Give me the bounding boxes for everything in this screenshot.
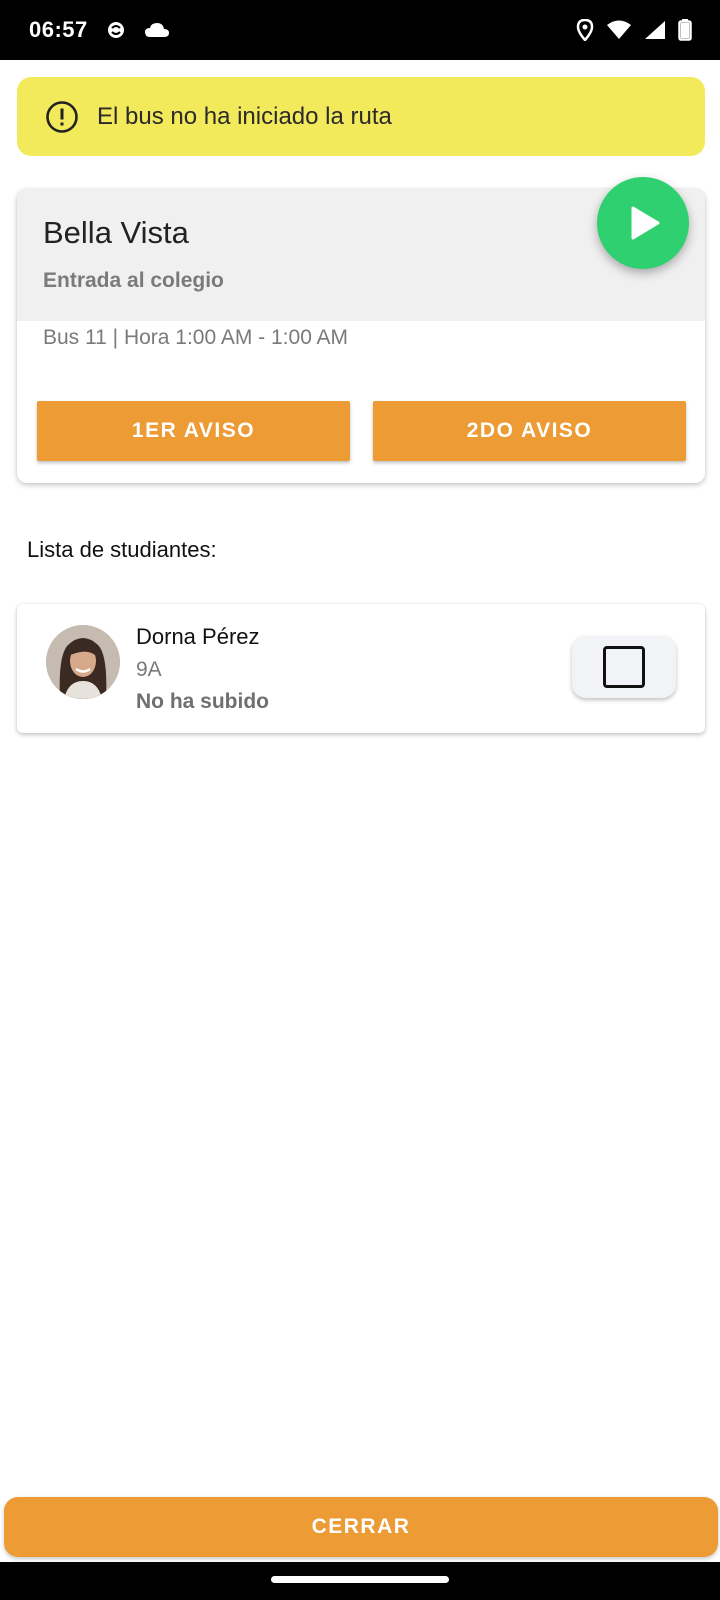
sync-icon [106, 20, 126, 40]
student-name: Dorna Pérez [136, 624, 260, 649]
location-icon [576, 19, 594, 41]
students-heading: Lista de studiantes: [27, 537, 217, 562]
student-card[interactable]: Dorna Pérez 9A No ha subido [17, 604, 705, 733]
status-time: 06:57 [29, 17, 88, 42]
screen: 06:57 El bus no ha iniciado la ruta Bell… [0, 0, 720, 1600]
second-notice-button[interactable]: 2DO AVISO [373, 401, 686, 461]
status-bar: 06:57 [0, 0, 720, 60]
route-title: Bella Vista [43, 215, 189, 250]
status-bar-left: 06:57 [29, 17, 170, 43]
student-boarding-status: No ha subido [136, 690, 269, 713]
alert-circle-icon [45, 100, 79, 134]
signal-icon [644, 20, 666, 40]
student-grade: 9A [136, 658, 162, 681]
route-card: Bella Vista Entrada al colegio Bus 11 | … [17, 177, 705, 483]
wifi-icon [606, 20, 632, 40]
close-button[interactable]: CERRAR [4, 1497, 718, 1557]
avatar [46, 625, 120, 699]
first-notice-button[interactable]: 1ER AVISO [37, 401, 350, 461]
home-indicator[interactable] [271, 1576, 449, 1583]
navigation-bar [0, 1562, 720, 1600]
route-details: Bus 11 | Hora 1:00 AM - 1:00 AM [43, 326, 349, 349]
route-subtitle: Entrada al colegio [43, 269, 224, 292]
checkbox-icon [603, 646, 645, 688]
cloud-icon [144, 21, 170, 39]
alert-message: El bus no ha iniciado la ruta [97, 102, 392, 130]
boarded-checkbox-button[interactable] [572, 636, 676, 698]
start-route-button[interactable] [597, 177, 689, 269]
alert-banner: El bus no ha iniciado la ruta [17, 77, 705, 156]
play-icon [623, 203, 663, 243]
battery-icon [678, 19, 692, 41]
status-bar-right [576, 19, 692, 41]
